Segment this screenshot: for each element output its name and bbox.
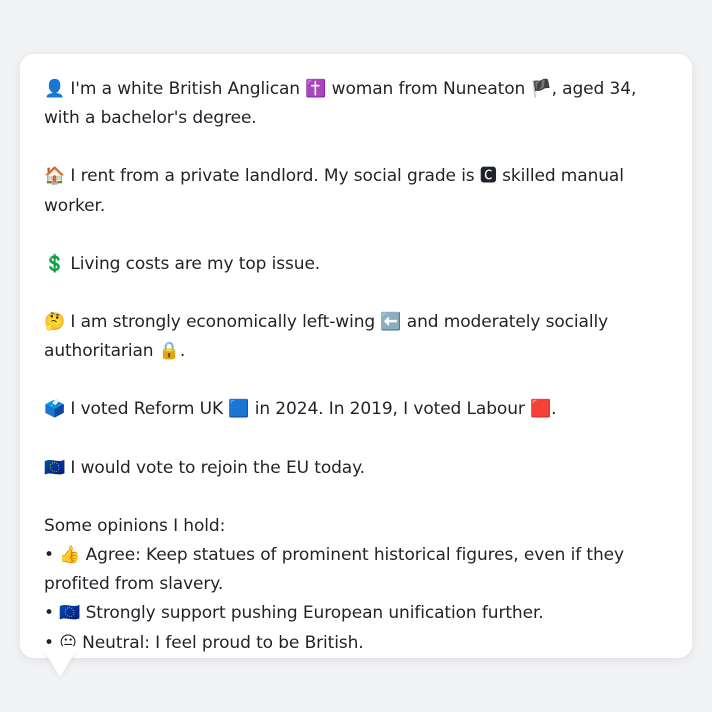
- housing-paragraph: 🏠 I rent from a private landlord. My soc…: [44, 162, 668, 220]
- identity-text-2: woman from Nuneaton: [326, 79, 531, 99]
- left-arrow-icon: ⬅️: [380, 312, 402, 333]
- dollar-sign-icon: 💲: [44, 253, 66, 274]
- eu-paragraph: 🇪🇺 I would vote to rejoin the EU today.: [44, 454, 668, 483]
- identity-paragraph: 👤 I'm a white British Anglican ✝️ woman …: [44, 75, 668, 133]
- letter-c-icon: 🅲: [479, 166, 497, 187]
- eu-flag-icon: 🇪🇺: [44, 457, 66, 478]
- opinion-item: • 👍 Agree: Keep statues of prominent his…: [44, 541, 668, 599]
- profile-message-bubble: 👤 I'm a white British Anglican ✝️ woman …: [20, 54, 692, 658]
- padlock-icon: 🔒: [158, 341, 180, 362]
- opinions-heading: Some opinions I hold:: [44, 515, 226, 536]
- red-square-icon: 🟥: [530, 399, 552, 420]
- ideology-text-3: .: [179, 341, 186, 362]
- issue-paragraph: 💲 Living costs are my top issue.: [44, 250, 668, 279]
- bust-silhouette-icon: 👤: [44, 79, 66, 99]
- vote-text-2: in 2024. In 2019, I voted Labour: [249, 399, 531, 420]
- latin-cross-icon: ✝️: [305, 79, 327, 99]
- issue-text: Living costs are my top issue.: [65, 253, 321, 274]
- opinion-item: • 🇪🇺 Strongly support pushing European u…: [44, 599, 668, 628]
- ballot-box-icon: 🗳️: [44, 399, 66, 420]
- opinion-text: Strongly support pushing European unific…: [80, 603, 544, 624]
- bubble-tail: [41, 646, 79, 677]
- opinions-section: Some opinions I hold: • 👍 Agree: Keep st…: [44, 512, 668, 658]
- bullet: •: [44, 545, 60, 566]
- england-flag-icon: 🏴: [530, 79, 552, 99]
- ideology-paragraph: 🤔 I am strongly economically left-wing ⬅…: [44, 308, 668, 366]
- ideology-text-1: I am strongly economically left-wing: [65, 312, 381, 333]
- opinion-item: • 😐 Neutral: I feel proud to be British.: [44, 629, 668, 658]
- house-icon: 🏠: [44, 166, 66, 187]
- housing-text-1: I rent from a private landlord. My socia…: [65, 166, 480, 187]
- thumbs-up-icon: 👍: [59, 545, 81, 566]
- identity-text-1: I'm a white British Anglican: [65, 79, 306, 99]
- opinion-text: Agree: Keep statues of prominent histori…: [44, 545, 624, 595]
- vote-text-3: .: [551, 399, 557, 420]
- eu-flag-icon: 🇪🇺: [59, 603, 81, 624]
- eu-text: I would vote to rejoin the EU today.: [65, 457, 365, 478]
- opinion-text: Neutral: I feel proud to be British.: [76, 632, 364, 653]
- vote-paragraph: 🗳️ I voted Reform UK 🟦 in 2024. In 2019,…: [44, 395, 668, 424]
- blue-square-icon: 🟦: [228, 399, 250, 420]
- vote-text-1: I voted Reform UK: [65, 399, 229, 420]
- bullet: •: [44, 603, 60, 624]
- thinking-face-icon: 🤔: [44, 312, 66, 333]
